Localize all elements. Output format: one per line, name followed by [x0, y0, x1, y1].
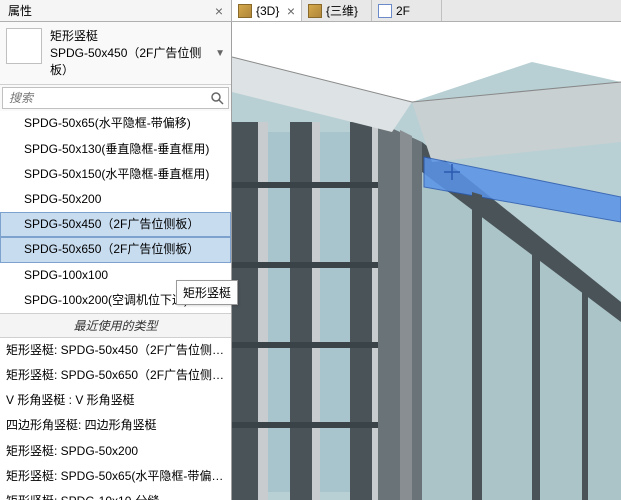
list-item[interactable]: 矩形竖梃: SPDG-50x65(水平隐框-带偏移) [0, 464, 231, 489]
type-selector[interactable]: 矩形竖梃 SPDG-50x450（2F广告位侧板） ▼ [0, 22, 231, 85]
tooltip: 矩形竖梃 [176, 280, 238, 305]
list-item[interactable]: SPDG-50x650（2F广告位侧板） [0, 237, 231, 262]
recent-types-header: 最近使用的类型 [0, 313, 231, 338]
list-item[interactable]: SPDG-50x150(水平隐框-垂直框用) [0, 162, 231, 187]
type-list[interactable]: SPDG-50x65(水平隐框-带偏移)SPDG-50x130(垂直隐框-垂直框… [0, 111, 231, 500]
cube-icon [238, 4, 252, 18]
type-name: SPDG-50x450（2F广告位侧板） [50, 45, 207, 79]
search-icon[interactable] [208, 89, 226, 107]
view-tab-2f[interactable]: 2F [372, 0, 442, 21]
properties-tab[interactable]: 属性 × [0, 0, 232, 21]
view-tab-3d-label: {3D} [256, 4, 279, 18]
properties-panel: 矩形竖梃 SPDG-50x450（2F广告位侧板） ▼ SPDG-50x65(水… [0, 22, 232, 500]
list-item[interactable]: 矩形竖梃: SPDG-50x650（2F广告位侧板） [0, 363, 231, 388]
cube-icon [308, 4, 322, 18]
close-icon[interactable]: × [215, 3, 223, 19]
list-item[interactable]: SPDG-50x130(垂直隐框-垂直框用) [0, 137, 231, 162]
search-row [2, 87, 229, 109]
tab-bar: 属性 × {3D} × {三维} 2F [0, 0, 621, 22]
type-selector-text: 矩形竖梃 SPDG-50x450（2F广告位侧板） [50, 28, 207, 78]
viewport-3d[interactable] [232, 22, 621, 500]
close-icon[interactable]: × [287, 3, 295, 19]
list-item[interactable]: V 形角竖梃 : V 形角竖梃 [0, 388, 231, 413]
view-tab-3d[interactable]: {3D} × [232, 0, 302, 21]
list-item[interactable]: 矩形竖梃: SPDG-50x200 [0, 439, 231, 464]
chevron-down-icon: ▼ [215, 48, 225, 59]
view-tab-2f-label: 2F [396, 4, 410, 18]
type-thumbnail [6, 28, 42, 64]
view-tab-3d-cn-label: {三维} [326, 2, 358, 19]
list-item[interactable]: SPDG-50x450（2F广告位侧板） [0, 212, 231, 237]
properties-tab-title: 属性 [8, 2, 32, 19]
list-item[interactable]: 四边形角竖梃: 四边形角竖梃 [0, 413, 231, 438]
list-item[interactable]: SPDG-50x65(水平隐框-带偏移) [0, 111, 231, 136]
search-input[interactable] [3, 88, 208, 108]
list-item[interactable]: 矩形竖梃: SPDG-50x450（2F广告位侧板） [0, 338, 231, 363]
list-item[interactable]: 矩形竖梃: SPDG-10x10-分缝 [0, 489, 231, 500]
plan-icon [378, 4, 392, 18]
view-tab-3d-cn[interactable]: {三维} [302, 0, 372, 21]
type-family-name: 矩形竖梃 [50, 28, 207, 45]
list-item[interactable]: SPDG-50x200 [0, 187, 231, 212]
